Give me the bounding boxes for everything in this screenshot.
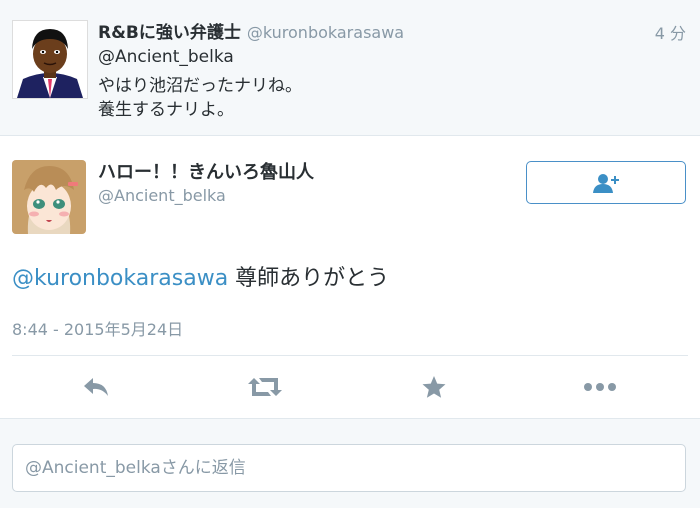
follow-button[interactable] xyxy=(526,161,686,204)
parent-handle[interactable]: @kuronbokarasawa xyxy=(247,23,404,42)
add-user-icon xyxy=(593,173,619,193)
divider xyxy=(12,355,688,356)
tweet-body: 尊師ありがとう xyxy=(228,266,390,291)
reply-bar xyxy=(0,419,700,508)
parent-author[interactable]: R&Bに強い弁護士 @kuronbokarasawa xyxy=(98,18,404,43)
mention-link[interactable]: @kuronbokarasawa xyxy=(12,266,228,291)
retweet-icon xyxy=(248,378,282,396)
favorite-icon xyxy=(422,376,446,398)
anime-girl-avatar-image xyxy=(12,160,86,234)
reply-input[interactable] xyxy=(12,444,686,492)
reply-icon xyxy=(84,378,108,396)
main-display-name[interactable]: ハロー！！きんいろ魯山人 xyxy=(98,158,314,184)
parent-text-line-2: やはり池沼だったナリね。 xyxy=(98,76,302,96)
parent-text-line-3: 養生するナリよ。 xyxy=(98,100,234,120)
parent-display-name[interactable]: R&Bに強い弁護士 xyxy=(98,23,241,43)
parent-tweet[interactable]: R&Bに強い弁護士 @kuronbokarasawa 4 分 @Ancient_b… xyxy=(0,0,700,136)
main-tweet: ハロー！！きんいろ魯山人 @Ancient_belka @kuronbokara… xyxy=(0,136,700,419)
favorite-button[interactable] xyxy=(414,370,454,404)
reply-button[interactable] xyxy=(76,370,116,404)
tweet-actions xyxy=(0,358,700,416)
parent-timestamp: 4 分 xyxy=(654,24,686,43)
parent-avatar[interactable] xyxy=(12,20,88,99)
more-icon xyxy=(584,383,616,391)
tweet-timestamp[interactable]: 8:44 - 2015年5月24日 xyxy=(12,316,183,340)
tweet-text: @kuronbokarasawa 尊師ありがとう xyxy=(12,260,389,292)
main-avatar[interactable] xyxy=(12,160,86,234)
more-button[interactable] xyxy=(580,370,620,404)
retweet-button[interactable] xyxy=(245,370,285,404)
main-handle[interactable]: @Ancient_belka xyxy=(98,186,226,205)
suited-man-avatar-image xyxy=(13,21,87,98)
parent-text-line-1: @Ancient_belka xyxy=(98,47,234,67)
